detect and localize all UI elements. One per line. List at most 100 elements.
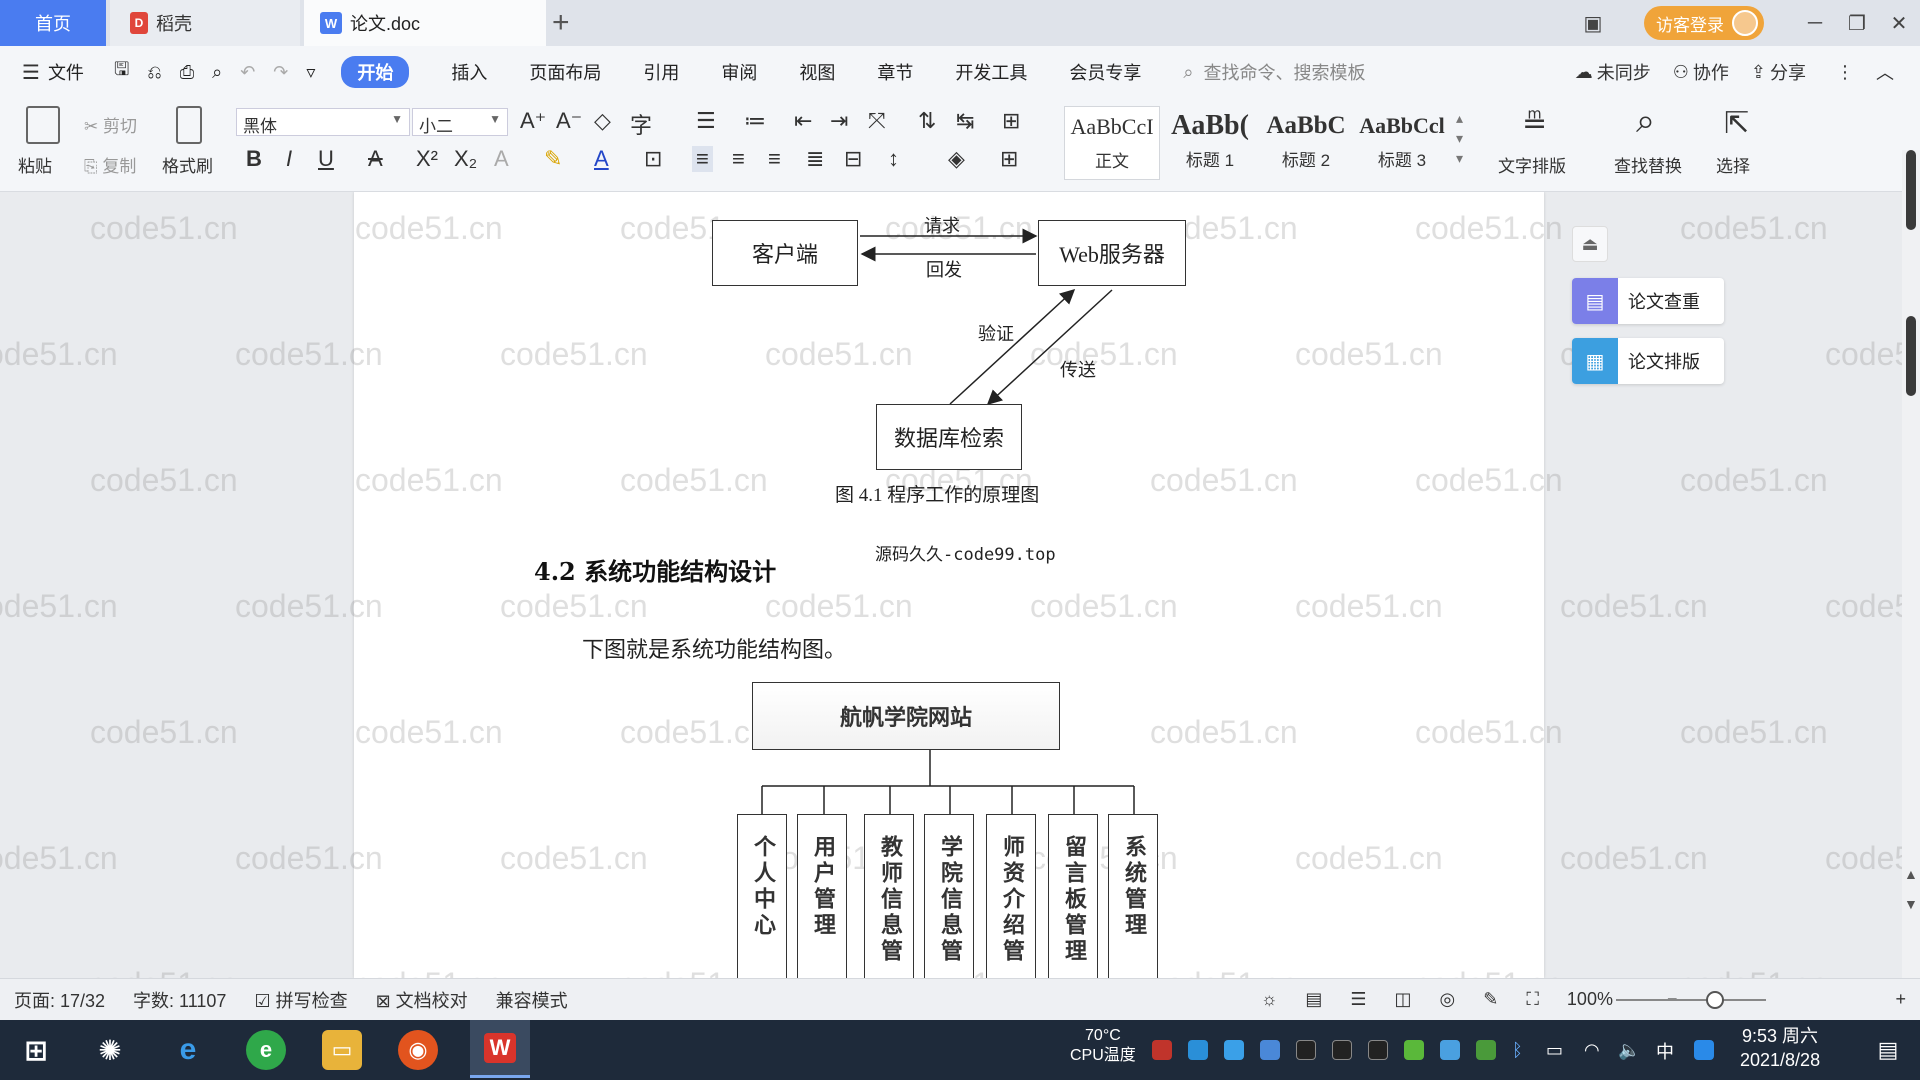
window-layout-icon[interactable]: ▣	[1572, 11, 1614, 36]
zoom-slider-knob[interactable]	[1706, 991, 1724, 1009]
menu-references[interactable]: 引用	[643, 59, 679, 85]
text-layout-button[interactable]: 文字排版	[1498, 152, 1566, 177]
menu-start[interactable]: 开始	[341, 56, 410, 88]
bold-icon[interactable]: B	[246, 146, 262, 172]
volume-icon[interactable]: 🔈	[1618, 1040, 1640, 1060]
superscript-icon[interactable]: X²	[416, 146, 438, 172]
style-heading-1[interactable]: AaBb(标题 1	[1162, 106, 1258, 180]
shield-icon[interactable]	[1260, 1040, 1280, 1060]
shading-icon[interactable]: ◈	[948, 146, 965, 172]
windows-start-icon[interactable]: ⊞	[16, 1030, 56, 1070]
proofread-button[interactable]: ⊠ 文档校对	[376, 987, 468, 1013]
zoom-slider-track[interactable]	[1616, 999, 1766, 1001]
paste-icon[interactable]	[26, 106, 60, 144]
wifi-icon[interactable]: ◠	[1584, 1040, 1604, 1060]
reading-view-icon[interactable]: ◫	[1394, 989, 1411, 1010]
bluetooth-icon[interactable]: ᛒ	[1512, 1040, 1532, 1060]
outline-view-icon[interactable]: ☰	[1350, 989, 1366, 1010]
text-layout-icon[interactable]: ≞	[1522, 106, 1547, 141]
battery-icon[interactable]: ▭	[1546, 1040, 1566, 1060]
quick-access-dropdown-icon[interactable]: ▿	[306, 62, 315, 83]
visitor-login-button[interactable]: 访客登录	[1644, 6, 1764, 40]
align-left-icon[interactable]: ≡	[692, 146, 713, 172]
collapse-panel-icon[interactable]: ⏏	[1572, 226, 1608, 262]
zoom-in-icon[interactable]: +	[1895, 989, 1906, 1010]
increase-indent-icon[interactable]: ⇥	[830, 108, 848, 134]
style-scroll-icon[interactable]: ▴ ▾ ▾	[1456, 108, 1463, 168]
ime-indicator[interactable]: 中	[1656, 1038, 1676, 1062]
fit-page-icon[interactable]: ⛶	[1526, 989, 1539, 1010]
menu-page-layout[interactable]: 页面布局	[529, 59, 601, 85]
app-pinwheel-icon[interactable]: ✺	[90, 1030, 130, 1070]
nvidia-icon[interactable]	[1476, 1040, 1496, 1060]
tab-daoke[interactable]: D 稻壳	[110, 0, 300, 46]
font-name-select[interactable]: 黑体 ▼	[236, 108, 410, 136]
menu-view[interactable]: 视图	[799, 59, 835, 85]
zoom-level[interactable]: 100%	[1567, 989, 1613, 1010]
align-right-icon[interactable]: ≡	[768, 146, 781, 172]
increase-font-icon[interactable]: A⁺	[520, 108, 546, 134]
print-preview-icon[interactable]: ⌕	[212, 62, 222, 83]
menu-dev-tools[interactable]: 开发工具	[955, 59, 1027, 85]
web-view-icon[interactable]: ◎	[1440, 989, 1456, 1010]
decrease-font-icon[interactable]: A⁻	[556, 108, 582, 134]
save-icon[interactable]: 🖫	[114, 57, 129, 87]
menu-insert[interactable]: 插入	[451, 59, 487, 85]
char-border-icon[interactable]: ⊡	[644, 146, 662, 172]
tray-app-icon[interactable]	[1224, 1040, 1244, 1060]
menu-chapter[interactable]: 章节	[877, 59, 913, 85]
chinese-layout-icon[interactable]: ⤧	[868, 108, 886, 134]
tray-app-icon[interactable]	[1440, 1040, 1460, 1060]
notification-icon[interactable]: ▤	[1868, 1030, 1908, 1070]
hamburger-icon[interactable]: ☰	[22, 60, 40, 85]
align-center-icon[interactable]: ≡	[732, 146, 745, 172]
browser-360-icon[interactable]: e	[246, 1030, 286, 1070]
unsync-button[interactable]: 未同步	[1597, 59, 1651, 85]
sort-icon[interactable]: ⇅	[918, 108, 936, 134]
justify-icon[interactable]: ≣	[806, 146, 824, 172]
numbered-list-icon[interactable]: ≔	[744, 108, 766, 134]
scroll-thumb[interactable]	[1906, 316, 1916, 396]
scroll-thumb-top[interactable]	[1906, 150, 1916, 230]
cpu-temp-widget[interactable]: 70°C CPU温度	[1070, 1026, 1136, 1066]
tab-home[interactable]: 首页	[0, 0, 106, 46]
find-replace-button[interactable]: 查找替换	[1614, 152, 1682, 177]
page-indicator[interactable]: 页面: 17/32	[14, 987, 105, 1013]
paper-layout-button[interactable]: ▦ 论文排版	[1572, 338, 1724, 384]
bullet-list-icon[interactable]: ☰	[696, 108, 716, 134]
close-icon[interactable]: ✕	[1878, 11, 1920, 36]
decrease-indent-icon[interactable]: ⇤	[794, 108, 812, 134]
distribute-icon[interactable]: ⊟	[844, 146, 862, 172]
page-view-icon[interactable]: ▤	[1305, 989, 1322, 1010]
write-mode-icon[interactable]: ✎	[1483, 989, 1498, 1010]
recorder-app-icon[interactable]: ◉	[398, 1030, 438, 1070]
redo-icon[interactable]: ↷	[273, 62, 288, 83]
undo-history-icon[interactable]: ⎌	[147, 62, 161, 83]
command-search-input[interactable]: 查找命令、搜索模板	[1204, 59, 1366, 85]
word-count[interactable]: 字数: 11107	[133, 987, 226, 1013]
scroll-down-icon[interactable]: ▼	[1904, 896, 1918, 912]
vertical-scrollbar[interactable]: ▲ ▼	[1902, 150, 1920, 980]
style-heading-2[interactable]: AaBbC 标题 2	[1258, 106, 1354, 180]
paper-check-button[interactable]: ▤ 论文查重	[1572, 278, 1724, 324]
paste-button[interactable]: 粘贴	[18, 152, 52, 177]
select-button[interactable]: 选择	[1716, 152, 1750, 177]
file-explorer-icon[interactable]: ▭	[322, 1030, 362, 1070]
highlight-icon[interactable]: ✎	[544, 146, 562, 172]
table-lines-icon[interactable]: ⊞	[1002, 108, 1020, 134]
minimize-icon[interactable]: ─	[1794, 12, 1836, 35]
menu-file[interactable]: 文件	[48, 59, 84, 85]
collab-button[interactable]: 协作	[1693, 59, 1729, 85]
format-painter-button[interactable]: 格式刷	[162, 152, 213, 177]
copy-button[interactable]: ⎘ 复制	[84, 152, 136, 177]
search-app-icon[interactable]	[1694, 1040, 1714, 1060]
tab-document[interactable]: W 论文.doc	[304, 0, 546, 46]
new-tab-button[interactable]: +	[552, 6, 570, 40]
text-effect-icon[interactable]: A	[494, 146, 509, 172]
font-color-icon[interactable]: A	[594, 146, 609, 172]
qq-icon[interactable]	[1296, 1040, 1316, 1060]
undo-icon[interactable]: ↶	[240, 62, 255, 83]
more-icon[interactable]: ⋮	[1836, 62, 1854, 83]
italic-icon[interactable]: I	[286, 146, 292, 172]
wps-writer-taskbar-icon[interactable]: W	[470, 1020, 530, 1078]
